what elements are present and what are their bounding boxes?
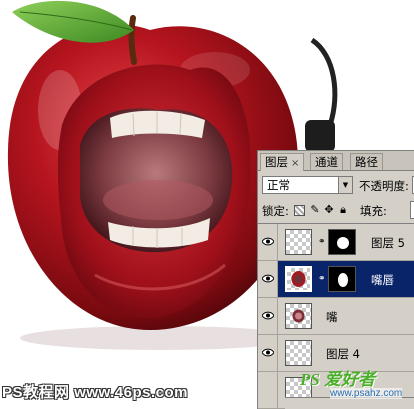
lock-label: 锁定: [262, 204, 289, 218]
eye-icon [262, 311, 274, 320]
lock-brush-icon[interactable]: ✎ [309, 204, 321, 216]
layer-row-layer5[interactable]: ⚭ 图层 5 [258, 224, 414, 261]
layers-panel-tab-bar: 图层 × 通道 路径 [258, 151, 414, 171]
tab-layers-label: 图层 [265, 155, 288, 169]
layer-name[interactable]: 图层 5 [371, 235, 405, 251]
blend-mode-select[interactable]: 正常 ▼ [262, 176, 353, 194]
tab-paths-label: 路径 [355, 155, 378, 169]
layer-name[interactable]: 图层 4 [326, 346, 360, 362]
lock-row: 锁定: ✎ ✥ 🔒︎ 填充: [262, 201, 414, 219]
visibility-toggle[interactable] [258, 298, 278, 334]
blend-mode-value: 正常 [267, 178, 290, 192]
close-icon[interactable]: × [291, 158, 299, 169]
layer-thumbnail[interactable] [285, 340, 312, 366]
eye-icon [262, 348, 274, 357]
visibility-toggle[interactable] [258, 224, 278, 260]
blend-row: 正常 ▼ 不透明度: [262, 176, 414, 196]
tab-layers[interactable]: 图层 × [260, 153, 305, 171]
fill-input[interactable] [410, 201, 414, 219]
opacity-label: 不透明度: [359, 179, 409, 193]
lips-thumbnail-icon [291, 271, 306, 287]
fill-label: 填充: [360, 204, 387, 218]
lock-move-icon[interactable]: ✥ [323, 204, 335, 216]
layer-name[interactable]: 嘴 [326, 309, 338, 325]
eye-icon [262, 237, 274, 246]
layer-row-mouth[interactable]: 嘴 [258, 298, 414, 335]
document-canvas[interactable]: 图层 × 通道 路径 正常 ▼ 不透明度: 锁定: ✎ ✥ 🔒︎ 填充: ⚭ 图… [0, 0, 414, 409]
visibility-toggle[interactable] [258, 261, 278, 297]
tab-paths[interactable]: 路径 [350, 153, 383, 170]
visibility-toggle[interactable] [258, 372, 278, 408]
chain-link-icon[interactable]: ⚭ [318, 274, 326, 285]
layer-name[interactable]: 嘴唇 [371, 272, 394, 288]
lock-transparent-icon[interactable] [294, 205, 305, 216]
layer-row-lips[interactable]: ⚭ 嘴唇 [258, 261, 414, 298]
watermark-logo: PS 爱好者 [300, 370, 376, 389]
watermark-url: www.psahz.com [330, 388, 403, 399]
layer-thumbnail[interactable] [285, 303, 312, 329]
chain-link-icon[interactable]: ⚭ [318, 237, 326, 248]
watermark-left: PS教程网 www.46ps.com [2, 384, 188, 401]
tab-channels[interactable]: 通道 [310, 153, 343, 170]
chevron-down-icon[interactable]: ▼ [338, 177, 352, 193]
layer-thumbnail[interactable] [285, 266, 312, 292]
layer-thumbnail[interactable] [285, 229, 312, 255]
layer-mask-thumbnail[interactable] [328, 266, 356, 292]
lock-all-icon[interactable]: 🔒︎ [337, 204, 349, 216]
eye-icon [262, 274, 274, 283]
layer-mask-thumbnail[interactable] [328, 229, 356, 255]
visibility-toggle[interactable] [258, 335, 278, 371]
tab-channels-label: 通道 [315, 155, 338, 169]
mouth-thumbnail-icon [292, 309, 305, 323]
